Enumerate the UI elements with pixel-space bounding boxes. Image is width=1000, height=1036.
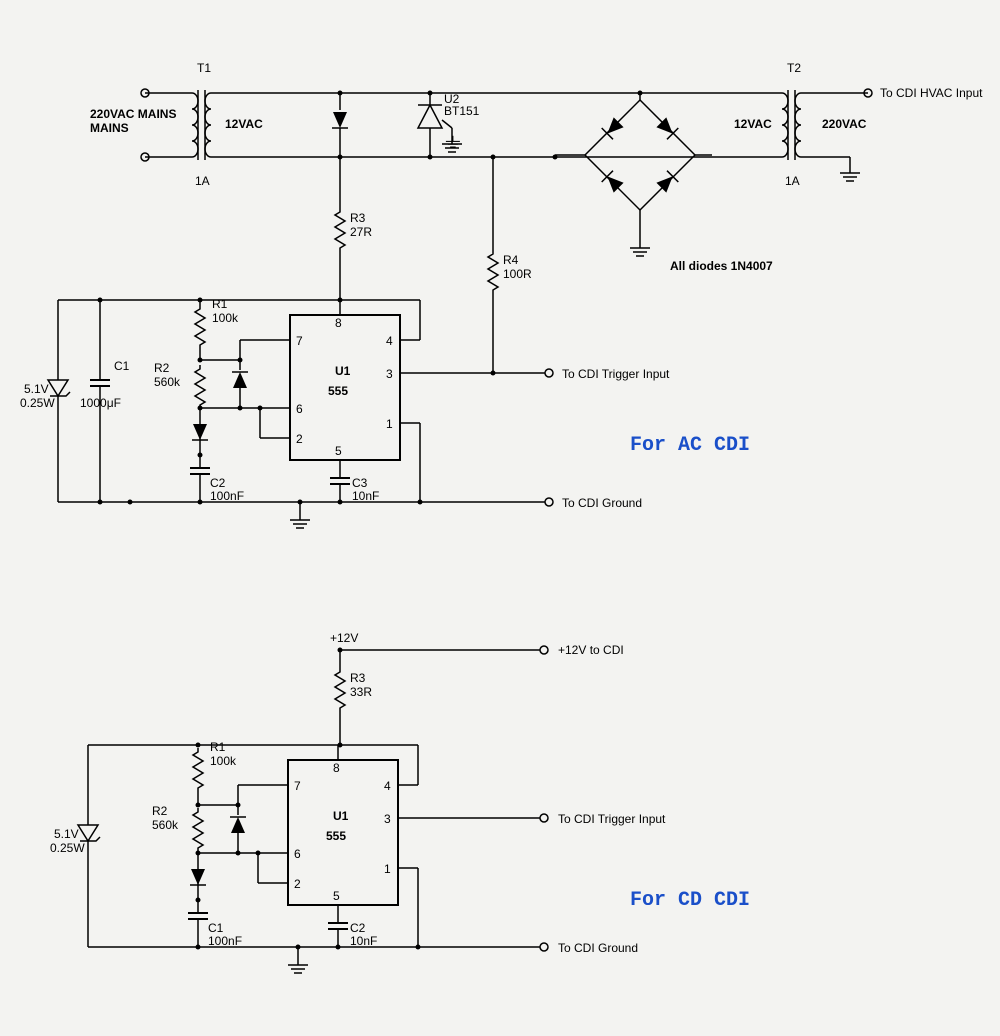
svg-text:C1: C1 — [114, 359, 130, 373]
svg-text:12VAC: 12VAC — [225, 117, 263, 131]
svg-text:0.25W: 0.25W — [50, 841, 85, 855]
transformer-t2: T2 12VAC 220VAC 1A To CDI HVAC Input — [734, 61, 983, 188]
resistor-r3-dc: R3 33R — [335, 668, 372, 745]
svg-text:4: 4 — [384, 779, 391, 793]
capacitor-c3-ac: C3 10nF — [330, 475, 379, 503]
bridge-rectifier — [553, 91, 713, 257]
resistor-r4: R4 100R — [488, 155, 532, 376]
svg-text:100k: 100k — [210, 754, 237, 768]
svg-text:R2: R2 — [154, 361, 170, 375]
diode-steer-up — [232, 360, 248, 408]
svg-text:R3: R3 — [350, 671, 366, 685]
svg-text:220VAC MAINS: 220VAC MAINS — [90, 107, 176, 121]
circuit-ac: T1 220VAC MAINS MAINS 12VAC 1A T2 — [20, 61, 983, 528]
title-ac: For AC CDI — [630, 434, 750, 457]
diode-steer-up-dc — [230, 805, 246, 853]
svg-text:C1: C1 — [208, 921, 224, 935]
svg-text:560k: 560k — [154, 375, 181, 389]
svg-text:6: 6 — [294, 847, 301, 861]
svg-text:10nF: 10nF — [352, 489, 379, 503]
label-ground-output-ac: To CDI Ground — [562, 496, 642, 510]
svg-text:BT151: BT151 — [444, 104, 480, 118]
svg-text:R1: R1 — [210, 740, 226, 754]
svg-text:7: 7 — [294, 779, 301, 793]
svg-text:R2: R2 — [152, 804, 168, 818]
svg-text:R3: R3 — [350, 211, 366, 225]
label-supply: +12V — [330, 631, 358, 645]
transformer-t1: T1 220VAC MAINS MAINS 12VAC 1A — [90, 61, 263, 188]
svg-text:5: 5 — [335, 444, 342, 458]
resistor-r3-ac: R3 27R — [335, 208, 372, 300]
svg-text:U1: U1 — [333, 809, 349, 823]
resistor-r2-ac: R2 560k — [154, 361, 205, 455]
label-hvac-output: To CDI HVAC Input — [880, 86, 983, 100]
capacitor-c2-ac: C2 100nF — [190, 455, 244, 503]
svg-text:555: 555 — [326, 829, 346, 843]
svg-text:220VAC: 220VAC — [822, 117, 867, 131]
svg-text:R4: R4 — [503, 253, 519, 267]
ic-555-dc: U1 555 8 7 6 2 4 3 1 5 — [273, 745, 540, 920]
svg-text:C3: C3 — [352, 476, 368, 490]
svg-text:MAINS: MAINS — [90, 121, 129, 135]
svg-text:6: 6 — [296, 402, 303, 416]
svg-text:3: 3 — [386, 367, 393, 381]
svg-text:C2: C2 — [350, 921, 366, 935]
diode-supply — [332, 91, 348, 209]
svg-text:100nF: 100nF — [208, 934, 242, 948]
label-trigger-output-dc: To CDI Trigger Input — [558, 812, 666, 826]
svg-text:5.1V: 5.1V — [54, 827, 79, 841]
capacitor-c1-ac: C1 1000μF — [80, 298, 130, 503]
svg-text:100k: 100k — [212, 311, 239, 325]
svg-text:33R: 33R — [350, 685, 372, 699]
resistor-r1-ac: R1 100k — [195, 297, 239, 360]
svg-text:C2: C2 — [210, 476, 226, 490]
zener-dc: 5.1V 0.25W — [50, 745, 100, 947]
scr-u2: U2 BT151 — [418, 91, 480, 160]
label-diode-note: All diodes 1N4007 — [670, 259, 773, 273]
ic-555-ac: U1 555 8 7 6 2 4 3 1 5 — [275, 300, 545, 475]
svg-text:T1: T1 — [197, 61, 211, 75]
svg-text:10nF: 10nF — [350, 934, 377, 948]
svg-text:1: 1 — [386, 417, 393, 431]
svg-text:7: 7 — [296, 334, 303, 348]
svg-text:1000μF: 1000μF — [80, 396, 121, 410]
label-trigger-output-ac: To CDI Trigger Input — [562, 367, 670, 381]
capacitor-c1-dc: C1 100nF — [188, 900, 242, 948]
label-ground-output-dc: To CDI Ground — [558, 941, 638, 955]
resistor-r1-dc: R1 100k — [193, 740, 237, 805]
svg-text:0.25W: 0.25W — [20, 396, 55, 410]
svg-text:4: 4 — [386, 334, 393, 348]
svg-text:5: 5 — [333, 889, 340, 903]
label-supply-to-cdi: +12V to CDI — [558, 643, 624, 657]
circuit-dc: +12V +12V to CDI R3 33R U1 555 8 7 6 2 4… — [50, 631, 750, 973]
svg-text:1A: 1A — [785, 174, 800, 188]
svg-text:12VAC: 12VAC — [734, 117, 772, 131]
svg-text:1: 1 — [384, 862, 391, 876]
title-dc: For CD CDI — [630, 889, 750, 912]
svg-text:8: 8 — [335, 316, 342, 330]
svg-text:100nF: 100nF — [210, 489, 244, 503]
capacitor-c2-dc: C2 10nF — [328, 920, 377, 948]
svg-text:5.1V: 5.1V — [24, 382, 49, 396]
svg-text:555: 555 — [328, 384, 348, 398]
svg-text:R1: R1 — [212, 297, 228, 311]
svg-text:U1: U1 — [335, 364, 351, 378]
svg-text:27R: 27R — [350, 225, 372, 239]
diode-steer-down-dc — [190, 869, 206, 885]
svg-text:560k: 560k — [152, 818, 179, 832]
svg-text:100R: 100R — [503, 267, 532, 281]
svg-text:T2: T2 — [787, 61, 801, 75]
diode-steer-down — [192, 424, 208, 440]
svg-text:8: 8 — [333, 761, 340, 775]
svg-text:1A: 1A — [195, 174, 210, 188]
svg-text:2: 2 — [296, 432, 303, 446]
svg-text:3: 3 — [384, 812, 391, 826]
svg-text:2: 2 — [294, 877, 301, 891]
